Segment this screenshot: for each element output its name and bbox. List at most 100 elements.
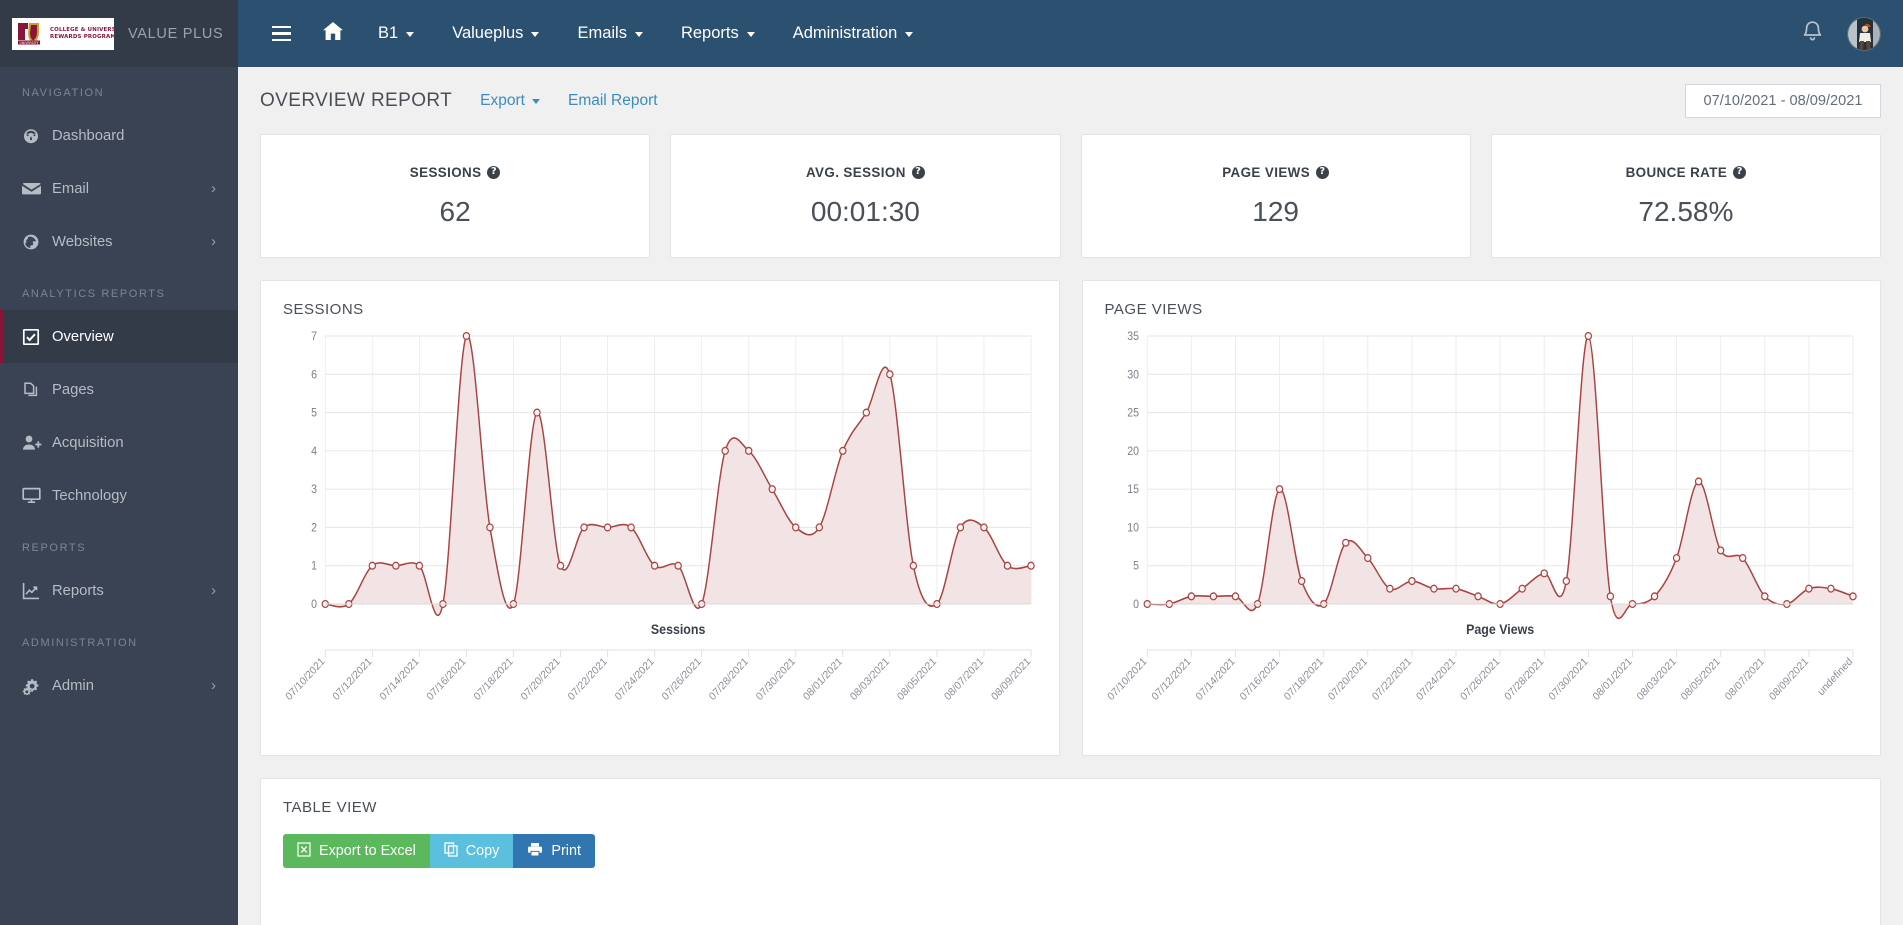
kpi-card-sessions: SESSIONS? 62 bbox=[260, 134, 651, 258]
brand-header[interactable]: UNIVERSITY COLLEGE & UNIVERSITY REWARDS … bbox=[0, 0, 238, 67]
svg-text:07/16/2021: 07/16/2021 bbox=[1237, 655, 1281, 703]
sidebar-item-label: Websites bbox=[52, 233, 113, 250]
sidebar-item-label: Email bbox=[52, 180, 89, 197]
chevron-down-icon bbox=[406, 32, 415, 37]
notifications-button[interactable] bbox=[1802, 20, 1823, 48]
svg-text:08/01/2021: 08/01/2021 bbox=[1590, 655, 1634, 703]
nav-item-emails[interactable]: Emails bbox=[558, 0, 662, 67]
svg-text:07/30/2021: 07/30/2021 bbox=[754, 655, 798, 703]
help-icon[interactable]: ? bbox=[1733, 165, 1747, 179]
svg-text:07/20/2021: 07/20/2021 bbox=[1325, 655, 1369, 703]
table-view-card: TABLE VIEW Export to Excel Copy Print bbox=[260, 778, 1881, 925]
kpi-label: BOUNCE RATE? bbox=[1626, 165, 1747, 180]
home-button[interactable] bbox=[307, 0, 359, 67]
sessions-chart-area[interactable]: 0 1 2 3 4 5 6 7 Sessions 07/10/2021 07/12/2021 07/1… bbox=[283, 326, 1037, 734]
charts-row: SESSIONS 0 1 2 3 4 5 6 7 Sessions 07/10/2021 07/12… bbox=[260, 280, 1881, 756]
sidebar-item-email[interactable]: Email › bbox=[0, 162, 238, 215]
sidebar-item-label: Technology bbox=[52, 487, 127, 504]
svg-text:07/16/2021: 07/16/2021 bbox=[425, 655, 469, 703]
svg-text:08/09/2021: 08/09/2021 bbox=[989, 655, 1033, 703]
table-view-title: TABLE VIEW bbox=[283, 799, 377, 816]
svg-text:08/05/2021: 08/05/2021 bbox=[1678, 655, 1722, 703]
svg-text:35: 35 bbox=[1127, 331, 1139, 343]
kpi-label-text: BOUNCE RATE bbox=[1625, 164, 1728, 180]
help-icon[interactable]: ? bbox=[1316, 165, 1330, 179]
sidebar: UNIVERSITY COLLEGE & UNIVERSITY REWARDS … bbox=[0, 0, 238, 925]
check-square-icon bbox=[22, 328, 52, 346]
chevron-right-icon: › bbox=[211, 233, 216, 250]
sidebar-item-admin[interactable]: Admin › bbox=[0, 659, 238, 712]
kpi-label-text: SESSIONS bbox=[409, 164, 482, 180]
sidebar-item-dashboard[interactable]: Dashboard bbox=[0, 109, 238, 162]
svg-text:07/22/2021: 07/22/2021 bbox=[566, 655, 610, 703]
pages-icon bbox=[22, 381, 52, 399]
copy-label: Copy bbox=[465, 843, 500, 859]
svg-text:0: 0 bbox=[1133, 599, 1139, 611]
svg-text:07/20/2021: 07/20/2021 bbox=[519, 655, 563, 703]
sidebar-nav: NAVIGATION Dashboard Email › Websites › ANALYT… bbox=[0, 67, 238, 712]
nav-item-reports[interactable]: Reports bbox=[662, 0, 774, 67]
svg-text:5: 5 bbox=[311, 407, 317, 419]
export-dropdown-button[interactable]: Export bbox=[480, 92, 540, 110]
export-to-excel-button[interactable]: Export to Excel bbox=[283, 834, 430, 868]
sidebar-toggle-button[interactable] bbox=[256, 0, 307, 67]
excel-icon bbox=[297, 841, 311, 861]
svg-text:07/14/2021: 07/14/2021 bbox=[378, 655, 422, 703]
sidebar-item-reports[interactable]: Reports › bbox=[0, 564, 238, 617]
chevron-right-icon: › bbox=[211, 582, 216, 599]
svg-text:4: 4 bbox=[311, 445, 317, 457]
svg-text:2: 2 bbox=[311, 522, 317, 534]
sidebar-item-label: Overview bbox=[52, 328, 114, 345]
svg-text:07/18/2021: 07/18/2021 bbox=[472, 655, 516, 703]
svg-text:25: 25 bbox=[1127, 407, 1139, 419]
export-dropdown-label: Export bbox=[480, 91, 525, 109]
kpi-card-page-views: PAGE VIEWS? 129 bbox=[1080, 134, 1471, 258]
date-range-picker[interactable]: 07/10/2021 - 08/09/2021 bbox=[1685, 83, 1881, 118]
svg-text:07/26/2021: 07/26/2021 bbox=[660, 655, 704, 703]
page-header: OVERVIEW REPORT Export Email Report 07/1… bbox=[238, 67, 1903, 134]
sidebar-item-websites[interactable]: Websites › bbox=[0, 215, 238, 268]
pageviews-chart-card: PAGE VIEWS 0 5 10 15 20 25 30 35 Page Views 07/10… bbox=[1081, 280, 1881, 756]
hamburger-icon bbox=[272, 25, 291, 42]
email-report-link[interactable]: Email Report bbox=[568, 92, 658, 110]
sidebar-item-pages[interactable]: Pages bbox=[0, 363, 238, 416]
print-button[interactable]: Print bbox=[513, 834, 595, 868]
svg-text:5: 5 bbox=[1133, 560, 1139, 572]
nav-item-b1-label: B1 bbox=[378, 24, 399, 42]
svg-text:07/14/2021: 07/14/2021 bbox=[1193, 655, 1237, 703]
logo-line-2: REWARDS PROGRAM bbox=[50, 34, 114, 40]
user-plus-icon bbox=[22, 434, 52, 451]
nav-item-valueplus[interactable]: Valueplus bbox=[433, 0, 558, 67]
sessions-chart-title: SESSIONS bbox=[283, 301, 364, 318]
help-icon[interactable]: ? bbox=[911, 165, 925, 179]
chevron-down-icon bbox=[531, 99, 540, 104]
svg-text:07/10/2021: 07/10/2021 bbox=[1105, 655, 1149, 703]
main-area: B1 Valueplus Emails Reports Administrati… bbox=[238, 0, 1903, 925]
kpi-value: 72.58% bbox=[1638, 195, 1734, 227]
svg-text:7: 7 bbox=[311, 331, 317, 343]
svg-text:6: 6 bbox=[311, 369, 317, 381]
sidebar-item-acquisition[interactable]: Acquisition bbox=[0, 416, 238, 469]
chevron-right-icon: › bbox=[211, 180, 216, 197]
nav-item-administration[interactable]: Administration bbox=[774, 0, 933, 67]
svg-text:08/09/2021: 08/09/2021 bbox=[1767, 655, 1811, 703]
logo-line-1: COLLEGE & UNIVERSITY bbox=[50, 27, 114, 33]
copy-button[interactable]: Copy bbox=[429, 834, 514, 868]
help-icon[interactable]: ? bbox=[487, 165, 501, 179]
svg-text:08/07/2021: 08/07/2021 bbox=[1722, 655, 1766, 703]
svg-text:07/12/2021: 07/12/2021 bbox=[331, 655, 375, 703]
svg-text:UNIVERSITY: UNIVERSITY bbox=[20, 41, 39, 45]
svg-text:07/30/2021: 07/30/2021 bbox=[1546, 655, 1590, 703]
nav-item-b1[interactable]: B1 bbox=[359, 0, 433, 67]
app-root: UNIVERSITY COLLEGE & UNIVERSITY REWARDS … bbox=[0, 0, 1903, 925]
svg-text:20: 20 bbox=[1127, 445, 1139, 457]
print-label: Print bbox=[551, 843, 581, 859]
user-avatar[interactable] bbox=[1847, 16, 1881, 51]
kpi-label: SESSIONS? bbox=[410, 165, 501, 180]
svg-text:3: 3 bbox=[311, 484, 317, 496]
table-export-button-group: Export to Excel Copy Print bbox=[283, 834, 1858, 868]
kpi-card-bounce-rate: BOUNCE RATE? 72.58% bbox=[1490, 134, 1881, 258]
pageviews-chart-area[interactable]: 0 5 10 15 20 25 30 35 Page Views 07/10/2021 07/12/… bbox=[1105, 326, 1859, 734]
sidebar-item-technology[interactable]: Technology bbox=[0, 469, 238, 522]
sidebar-item-overview[interactable]: Overview bbox=[0, 310, 238, 363]
